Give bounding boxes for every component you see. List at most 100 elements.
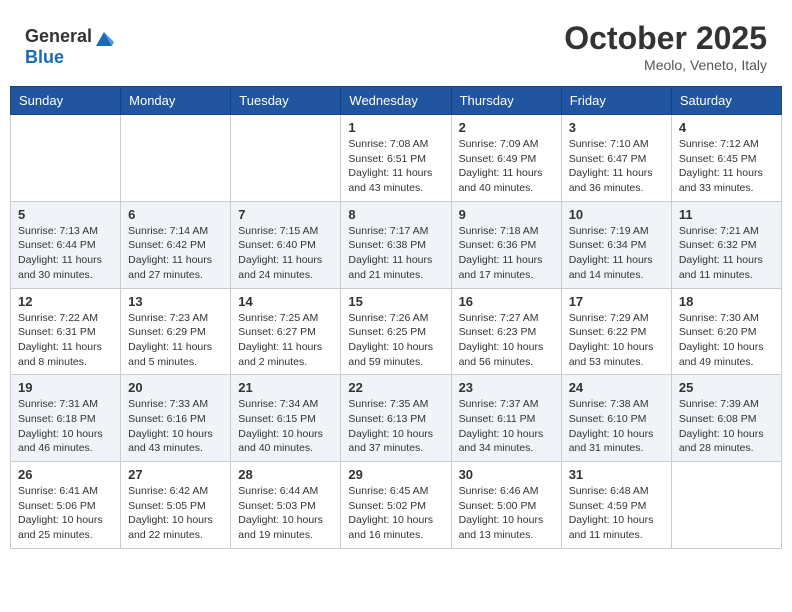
day-number: 18 xyxy=(679,294,774,309)
day-number: 5 xyxy=(18,207,113,222)
day-number: 28 xyxy=(238,467,333,482)
day-info: Sunrise: 6:42 AM Sunset: 5:05 PM Dayligh… xyxy=(128,484,223,543)
calendar-cell: 9 Sunrise: 7:18 AM Sunset: 6:36 PM Daylig… xyxy=(451,201,561,288)
calendar-cell: 18Sunrise: 7:30 AM Sunset: 6:20 PM Dayli… xyxy=(671,288,781,375)
day-number: 26 xyxy=(18,467,113,482)
day-number: 2 xyxy=(459,120,554,135)
day-info: Sunrise: 6:48 AM Sunset: 4:59 PM Dayligh… xyxy=(569,484,664,543)
calendar-cell: 29Sunrise: 6:45 AM Sunset: 5:02 PM Dayli… xyxy=(341,462,451,549)
day-info: Sunrise: 7:26 AM Sunset: 6:25 PM Dayligh… xyxy=(348,311,443,370)
weekday-header-monday: Monday xyxy=(121,87,231,115)
week-row-1: 1 Sunrise: 7:08 AM Sunset: 6:51 PM Daylig… xyxy=(11,115,782,202)
calendar-cell xyxy=(11,115,121,202)
calendar-cell: 31Sunrise: 6:48 AM Sunset: 4:59 PM Dayli… xyxy=(561,462,671,549)
day-number: 19 xyxy=(18,380,113,395)
day-info: Sunrise: 7:23 AM Sunset: 6:29 PM Dayligh… xyxy=(128,311,223,370)
day-info: Sunrise: 7:10 AM Sunset: 6:47 PM Dayligh… xyxy=(569,137,664,196)
calendar-cell: 10 Sunrise: 7:19 AM Sunset: 6:34 PM Dayli… xyxy=(561,201,671,288)
title-block: October 2025 Meolo, Veneto, Italy xyxy=(564,20,767,73)
day-number: 27 xyxy=(128,467,223,482)
weekday-header-saturday: Saturday xyxy=(671,87,781,115)
day-number: 10 xyxy=(569,207,664,222)
day-info: Sunrise: 7:25 AM Sunset: 6:27 PM Dayligh… xyxy=(238,311,333,370)
weekday-header-thursday: Thursday xyxy=(451,87,561,115)
calendar-cell: 27 Sunrise: 6:42 AM Sunset: 5:05 PM Dayli… xyxy=(121,462,231,549)
calendar-cell: 25 Sunrise: 7:39 AM Sunset: 6:08 PM Dayli… xyxy=(671,375,781,462)
day-info: Sunrise: 7:22 AM Sunset: 6:31 PM Dayligh… xyxy=(18,311,113,370)
day-number: 16 xyxy=(459,294,554,309)
day-info: Sunrise: 7:13 AM Sunset: 6:44 PM Dayligh… xyxy=(18,224,113,283)
calendar-cell xyxy=(671,462,781,549)
day-number: 30 xyxy=(459,467,554,482)
day-info: Sunrise: 7:14 AM Sunset: 6:42 PM Dayligh… xyxy=(128,224,223,283)
day-number: 8 xyxy=(348,207,443,222)
calendar-cell: 4Sunrise: 7:12 AM Sunset: 6:45 PM Daylig… xyxy=(671,115,781,202)
calendar-cell: 17Sunrise: 7:29 AM Sunset: 6:22 PM Dayli… xyxy=(561,288,671,375)
day-number: 14 xyxy=(238,294,333,309)
day-info: Sunrise: 7:38 AM Sunset: 6:10 PM Dayligh… xyxy=(569,397,664,456)
day-number: 15 xyxy=(348,294,443,309)
day-info: Sunrise: 7:21 AM Sunset: 6:32 PM Dayligh… xyxy=(679,224,774,283)
week-row-3: 12 Sunrise: 7:22 AM Sunset: 6:31 PM Dayli… xyxy=(11,288,782,375)
calendar-cell: 16 Sunrise: 7:27 AM Sunset: 6:23 PM Dayli… xyxy=(451,288,561,375)
day-info: Sunrise: 7:08 AM Sunset: 6:51 PM Dayligh… xyxy=(348,137,443,196)
day-number: 9 xyxy=(459,207,554,222)
day-number: 23 xyxy=(459,380,554,395)
calendar-cell: 5 Sunrise: 7:13 AM Sunset: 6:44 PM Daylig… xyxy=(11,201,121,288)
day-info: Sunrise: 7:15 AM Sunset: 6:40 PM Dayligh… xyxy=(238,224,333,283)
day-info: Sunrise: 6:46 AM Sunset: 5:00 PM Dayligh… xyxy=(459,484,554,543)
day-info: Sunrise: 7:27 AM Sunset: 6:23 PM Dayligh… xyxy=(459,311,554,370)
day-number: 3 xyxy=(569,120,664,135)
day-number: 1 xyxy=(348,120,443,135)
calendar-cell: 7 Sunrise: 7:15 AM Sunset: 6:40 PM Daylig… xyxy=(231,201,341,288)
weekday-header-wednesday: Wednesday xyxy=(341,87,451,115)
day-number: 12 xyxy=(18,294,113,309)
calendar-cell: 12 Sunrise: 7:22 AM Sunset: 6:31 PM Dayli… xyxy=(11,288,121,375)
calendar-cell: 30 Sunrise: 6:46 AM Sunset: 5:00 PM Dayli… xyxy=(451,462,561,549)
calendar-cell xyxy=(231,115,341,202)
day-info: Sunrise: 7:17 AM Sunset: 6:38 PM Dayligh… xyxy=(348,224,443,283)
day-number: 6 xyxy=(128,207,223,222)
day-info: Sunrise: 7:33 AM Sunset: 6:16 PM Dayligh… xyxy=(128,397,223,456)
day-info: Sunrise: 7:39 AM Sunset: 6:08 PM Dayligh… xyxy=(679,397,774,456)
day-number: 25 xyxy=(679,380,774,395)
day-number: 29 xyxy=(348,467,443,482)
calendar-cell: 19 Sunrise: 7:31 AM Sunset: 6:18 PM Dayli… xyxy=(11,375,121,462)
week-row-4: 19 Sunrise: 7:31 AM Sunset: 6:18 PM Dayli… xyxy=(11,375,782,462)
day-info: Sunrise: 7:19 AM Sunset: 6:34 PM Dayligh… xyxy=(569,224,664,283)
calendar-cell: 21 Sunrise: 7:34 AM Sunset: 6:15 PM Dayli… xyxy=(231,375,341,462)
day-number: 7 xyxy=(238,207,333,222)
month-title: October 2025 xyxy=(564,20,767,57)
day-info: Sunrise: 7:37 AM Sunset: 6:11 PM Dayligh… xyxy=(459,397,554,456)
day-number: 24 xyxy=(569,380,664,395)
week-row-2: 5 Sunrise: 7:13 AM Sunset: 6:44 PM Daylig… xyxy=(11,201,782,288)
calendar-cell: 28 Sunrise: 6:44 AM Sunset: 5:03 PM Dayli… xyxy=(231,462,341,549)
calendar-cell: 3 Sunrise: 7:10 AM Sunset: 6:47 PM Daylig… xyxy=(561,115,671,202)
day-info: Sunrise: 6:44 AM Sunset: 5:03 PM Dayligh… xyxy=(238,484,333,543)
logo-icon xyxy=(94,28,114,48)
day-info: Sunrise: 6:41 AM Sunset: 5:06 PM Dayligh… xyxy=(18,484,113,543)
day-number: 21 xyxy=(238,380,333,395)
calendar-table: SundayMondayTuesdayWednesdayThursdayFrid… xyxy=(10,86,782,549)
weekday-header-sunday: Sunday xyxy=(11,87,121,115)
calendar-cell: 26 Sunrise: 6:41 AM Sunset: 5:06 PM Dayli… xyxy=(11,462,121,549)
day-number: 4 xyxy=(679,120,774,135)
calendar-cell: 14 Sunrise: 7:25 AM Sunset: 6:27 PM Dayli… xyxy=(231,288,341,375)
calendar-cell: 23 Sunrise: 7:37 AM Sunset: 6:11 PM Dayli… xyxy=(451,375,561,462)
logo-general-text: General xyxy=(25,27,92,47)
day-info: Sunrise: 7:31 AM Sunset: 6:18 PM Dayligh… xyxy=(18,397,113,456)
weekday-header-tuesday: Tuesday xyxy=(231,87,341,115)
calendar-cell: 1 Sunrise: 7:08 AM Sunset: 6:51 PM Daylig… xyxy=(341,115,451,202)
calendar-cell: 24 Sunrise: 7:38 AM Sunset: 6:10 PM Dayli… xyxy=(561,375,671,462)
day-info: Sunrise: 7:18 AM Sunset: 6:36 PM Dayligh… xyxy=(459,224,554,283)
day-info: Sunrise: 7:35 AM Sunset: 6:13 PM Dayligh… xyxy=(348,397,443,456)
calendar-cell: 8 Sunrise: 7:17 AM Sunset: 6:38 PM Daylig… xyxy=(341,201,451,288)
calendar-cell xyxy=(121,115,231,202)
day-info: Sunrise: 7:29 AM Sunset: 6:22 PM Dayligh… xyxy=(569,311,664,370)
day-info: Sunrise: 7:34 AM Sunset: 6:15 PM Dayligh… xyxy=(238,397,333,456)
logo-blue-text: Blue xyxy=(25,48,114,68)
page-header: General Blue October 2025 Meolo, Veneto,… xyxy=(10,10,782,78)
day-number: 20 xyxy=(128,380,223,395)
calendar-cell: 2Sunrise: 7:09 AM Sunset: 6:49 PM Daylig… xyxy=(451,115,561,202)
calendar-cell: 15 Sunrise: 7:26 AM Sunset: 6:25 PM Dayli… xyxy=(341,288,451,375)
